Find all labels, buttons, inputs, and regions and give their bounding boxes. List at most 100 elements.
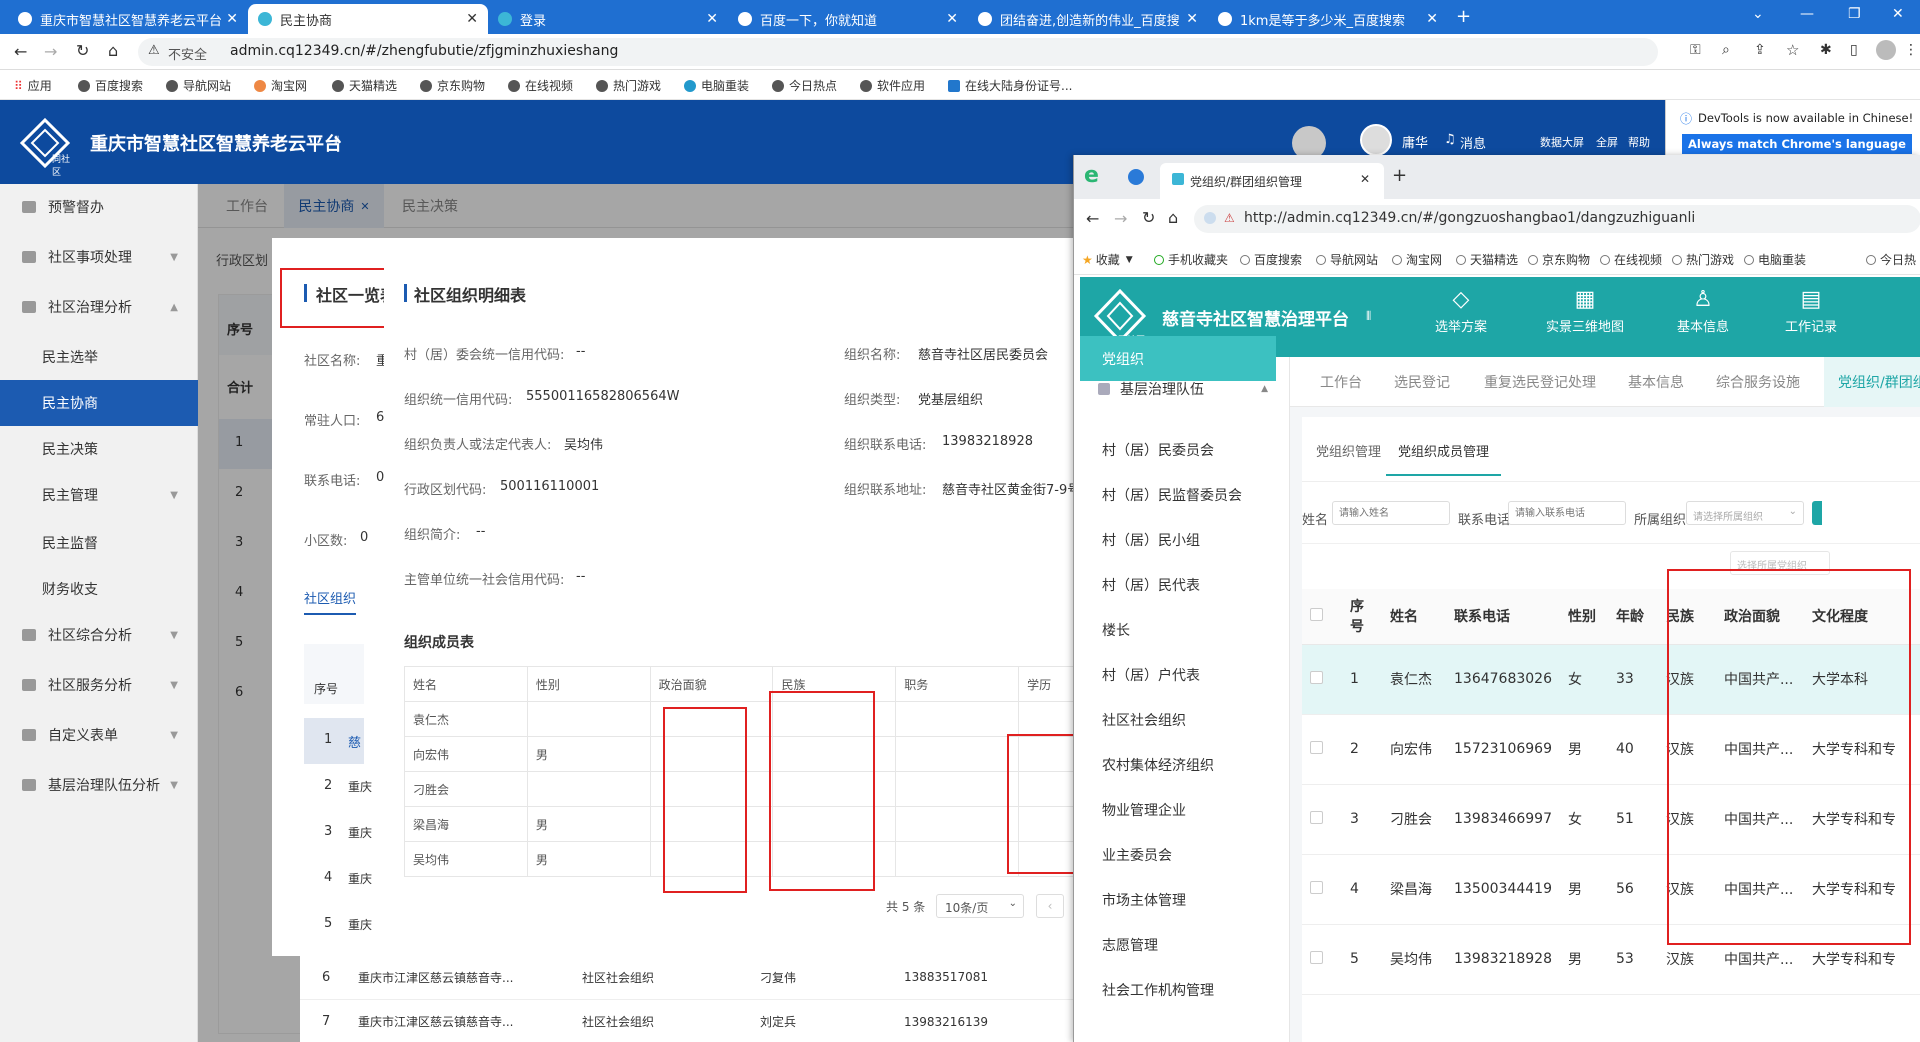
sidebar-item[interactable]: 物业管理企业 [1080,787,1276,832]
omnibox[interactable]: ⚠ http://admin.cq12349.cn/#/gongzuoshang… [1194,205,1920,233]
sidepanel-icon[interactable]: ▯ [1850,42,1858,58]
reload-icon[interactable]: ↻ [76,41,89,60]
tab-search-icon[interactable]: ⌄ [1752,6,1764,22]
sidebar-item-governance[interactable]: 社区治理分析 ▲ [0,284,198,330]
close-icon[interactable]: ✕ [226,11,238,27]
sidebar-item[interactable]: 村（居）民监督委员会 [1080,472,1276,517]
bookmark[interactable]: 京东购物 [420,77,485,94]
user-name[interactable]: 庸华 [1402,132,1428,151]
key-icon[interactable]: ⚿ [1690,42,1701,58]
sidebar-item[interactable]: 社会工作机构管理 [1080,967,1276,1012]
tab-basic-info[interactable]: 基本信息 [1628,357,1684,407]
sidebar-item-team[interactable]: 基层治理队伍分析 ▼ [0,762,198,808]
sidebar-item[interactable]: 楼长 [1080,607,1276,652]
bookmark[interactable]: 天猫精选 [1456,251,1518,268]
sidebar-item[interactable]: 社区社会组织 [1080,697,1276,742]
sidebar-item-management[interactable]: 民主管理 ▼ [0,472,198,518]
sidebar-item-service[interactable]: 社区服务分析 ▼ [0,662,198,708]
tab-voter-registration[interactable]: 选民登记 [1394,357,1450,407]
insecure-icon[interactable]: ⚠ [1224,211,1235,225]
browser-tab[interactable]: 重庆市智慧社区智慧养老云平台 ✕ [8,4,248,34]
telegram-icon[interactable] [1128,169,1144,185]
bookmark[interactable]: 软件应用 [860,77,925,94]
phone-input[interactable] [1508,501,1626,525]
close-icon[interactable]: ✕ [1186,11,1198,27]
browser-tab[interactable]: 登录 ✕ [488,4,728,34]
org-select[interactable]: 请选择所属组织 ⌄ [1686,501,1804,525]
match-language-button[interactable]: Always match Chrome's language [1682,134,1912,154]
bookmark[interactable]: 在线视频 [1600,251,1662,268]
new-tab-button[interactable]: + [1456,6,1471,27]
tab-duplicate-voters[interactable]: 重复选民登记处理 [1484,357,1596,407]
forward-icon[interactable]: → [44,42,57,61]
sidebar-item[interactable]: 村（居）民小组 [1080,517,1276,562]
sidebar-item[interactable]: 村（居）民委员会 [1080,427,1276,472]
nav-3d-map[interactable]: ▦ 实景三维地图 [1530,287,1640,335]
bookmark[interactable]: 导航网站 [166,77,231,94]
bookmark[interactable]: 电脑重装 [684,77,749,94]
subtab-party-members[interactable]: 党组织成员管理 [1386,441,1502,476]
back-icon[interactable]: ← [14,42,27,61]
checkbox[interactable] [1310,670,1323,684]
sidebar-item-comprehensive[interactable]: 社区综合分析 ▼ [0,612,198,658]
tab-community-org[interactable]: 社区组织 [304,588,357,615]
extensions-icon[interactable]: ✱ [1820,42,1832,58]
browser-tab[interactable]: 团结奋进,创造新的伟业_百度搜索 ✕ [968,4,1208,34]
nav-basic-info[interactable]: ♙ 基本信息 [1658,287,1748,335]
tab-workbench[interactable]: 工作台 [1320,357,1362,407]
share-icon[interactable]: ⇪ [1754,42,1766,58]
url-text[interactable]: http://admin.cq12349.cn/#/gongzuoshangba… [1244,210,1695,226]
sidebar-item-supervision[interactable]: 民主监督 [0,520,198,566]
close-icon[interactable]: ✕ [1360,172,1370,186]
bell-icon[interactable]: ♫ [1444,132,1456,147]
prev-page-button[interactable]: ‹ [1036,894,1064,918]
name-input[interactable] [1332,501,1450,525]
browser-tab[interactable]: 百度一下，你就知道 ✕ [728,4,968,34]
bookmark[interactable]: 手机收藏夹 [1154,251,1228,268]
bookmark-apps[interactable]: ⠿ 应用 [14,77,52,94]
bookmark[interactable]: 淘宝网 [254,77,307,94]
warning-icon[interactable]: ⚠ [148,43,160,58]
menu-icon[interactable]: ⋮ [1904,42,1918,58]
fullscreen-link[interactable]: 全屏 [1596,134,1618,150]
sidebar-item-party[interactable]: 党组织 [1080,336,1276,381]
bookmark[interactable]: 百度搜索 [78,77,143,94]
menu-toggle-icon[interactable]: ⦀ [1366,309,1371,324]
bookmark[interactable]: 热门游戏 [596,77,661,94]
message-link[interactable]: 消息 [1460,133,1486,152]
data-screen-link[interactable]: 数据大屏 [1540,134,1584,150]
close-icon[interactable]: ✕ [946,11,958,27]
table-row[interactable]: 6 重庆市江津区慈云镇慈音寺... 社区社会组织 刁复伟 13883517081 [300,955,1080,1000]
bookmark[interactable]: 淘宝网 [1392,251,1442,268]
sidebar-item-custom-form[interactable]: 自定义表单 ▼ [0,712,198,758]
search-button[interactable] [1812,501,1822,525]
browser-tab-active[interactable]: 党组织/群团组织管理 ✕ [1160,163,1384,199]
restore-button[interactable]: ❐ [1848,6,1861,22]
sidebar-item[interactable]: 市场主体管理 [1080,877,1276,922]
zoom-icon[interactable]: ⌕ [1722,42,1730,58]
bookmark[interactable]: 在线大陆身份证号... [948,77,1072,94]
bookmark[interactable]: 京东购物 [1528,251,1590,268]
bookmark[interactable]: 在线视频 [508,77,573,94]
sidebar-item-finance[interactable]: 财务收支 [0,566,198,612]
minimize-button[interactable]: — [1800,6,1814,22]
profile-avatar[interactable] [1876,40,1896,60]
bookmark[interactable]: 电脑重装 [1744,251,1806,268]
new-tab-button[interactable]: + [1392,165,1407,186]
sidebar-item-consultation[interactable]: 民主协商 [0,380,198,426]
sidebar-item[interactable]: 志愿管理 [1080,922,1276,967]
bookmark[interactable]: 天猫精选 [332,77,397,94]
bookmark-favorites[interactable]: ★ 收藏 ▼ [1082,251,1133,268]
window-close-button[interactable]: ✕ [1892,6,1904,22]
bookmark[interactable]: 热门游戏 [1672,251,1734,268]
nav-work-record[interactable]: ▤ 工作记录 [1766,287,1856,335]
nav-election[interactable]: ◇ 选举方案 [1416,287,1506,335]
omnibox[interactable]: ⚠ 不安全 admin.cq12349.cn/#/zhengfubutie/zf… [138,38,1658,66]
sidebar-item[interactable]: 业主委员会 [1080,832,1276,877]
tab-party-org[interactable]: 党组织/群团组织 [1824,357,1920,407]
sidebar-item-affairs[interactable]: 社区事项处理 ▼ [0,234,198,280]
checkbox[interactable] [1310,810,1323,824]
reload-icon[interactable]: ↻ [1142,208,1155,227]
tab-service-facilities[interactable]: 综合服务设施 [1716,357,1800,407]
browser-tab[interactable]: 1km是等于多少米_百度搜索 ✕ [1208,4,1448,34]
